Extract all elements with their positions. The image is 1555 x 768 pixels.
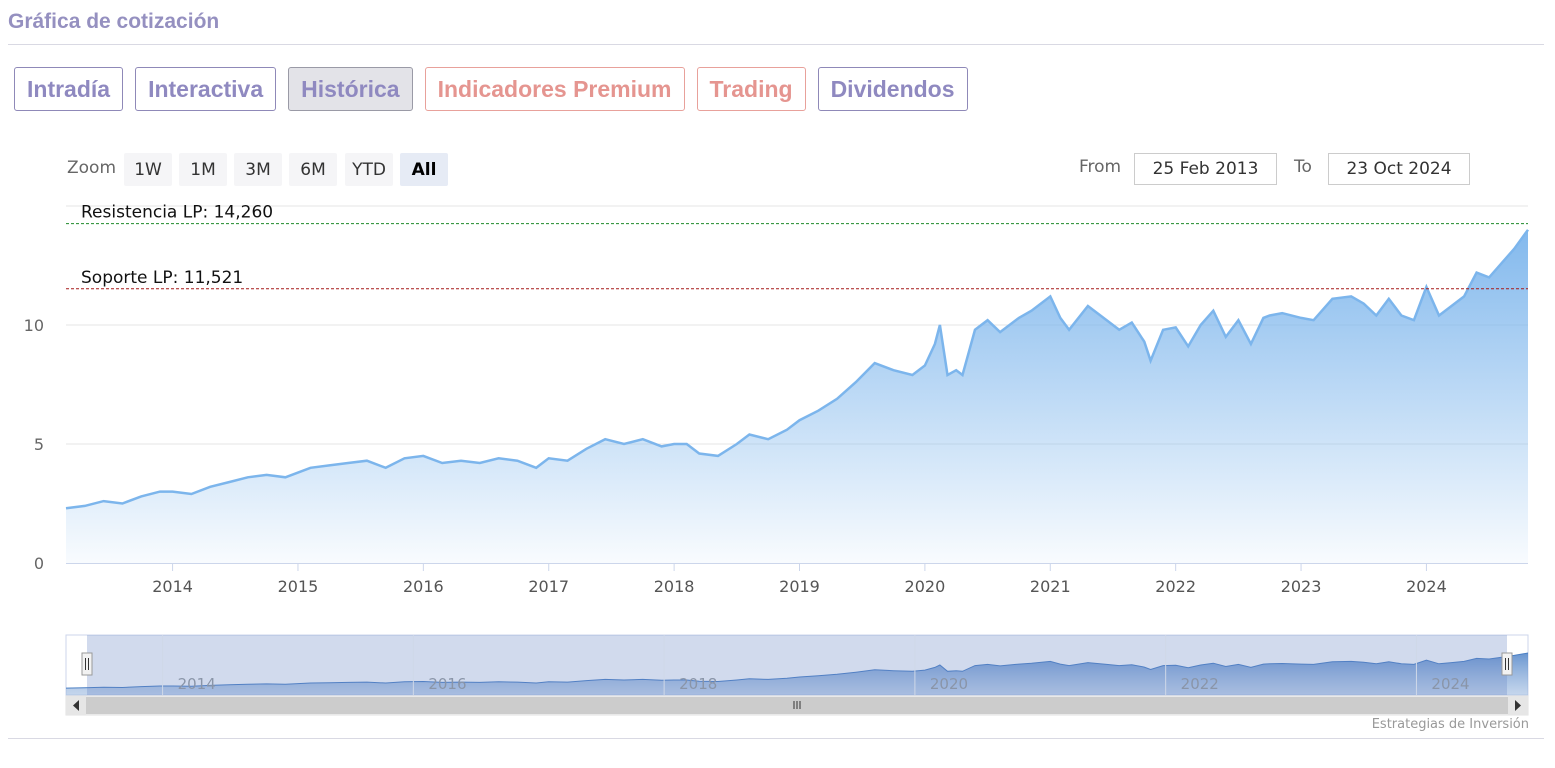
navigator-handle-right	[1501, 652, 1513, 676]
navigator-tick-label: 2018	[679, 675, 717, 693]
x-tick-label: 2017	[528, 577, 569, 596]
x-tick-label: 2023	[1281, 577, 1322, 596]
navigator-tick-label: 2014	[178, 675, 216, 693]
x-tick-label: 2015	[278, 577, 319, 596]
navigator-mask	[87, 635, 1507, 695]
x-tick-label: 2021	[1030, 577, 1071, 596]
y-tick-label: 10	[24, 316, 44, 335]
credit-text: Estrategias de Inversión	[1371, 717, 1529, 732]
resistance-label: Resistencia LP: 14,260	[81, 203, 273, 223]
y-tick-label: 0	[34, 554, 44, 573]
bottom-divider	[8, 738, 1544, 739]
x-tick-label: 2022	[1155, 577, 1196, 596]
x-tick-label: 2016	[403, 577, 444, 596]
price-chart: 0 5 10 Resistencia LP: 14,260 Soporte LP: 1…	[24, 203, 1530, 716]
x-tick-label: 2019	[779, 577, 820, 596]
x-tick-label: 2014	[152, 577, 193, 596]
navigator-tick-label: 2016	[428, 675, 466, 693]
x-tick-label: 2020	[905, 577, 946, 596]
navigator-handle-left	[81, 652, 93, 676]
series-area	[66, 229, 1528, 564]
y-tick-label: 5	[34, 435, 44, 454]
support-label: Soporte LP: 11,521	[81, 268, 243, 288]
x-tick-label: 2024	[1406, 577, 1447, 596]
navigator-tick-label: 2024	[1431, 675, 1469, 693]
navigator-tick-label: 2020	[930, 675, 968, 693]
navigator-tick-label: 2022	[1181, 675, 1219, 693]
x-tick-label: 2018	[654, 577, 695, 596]
